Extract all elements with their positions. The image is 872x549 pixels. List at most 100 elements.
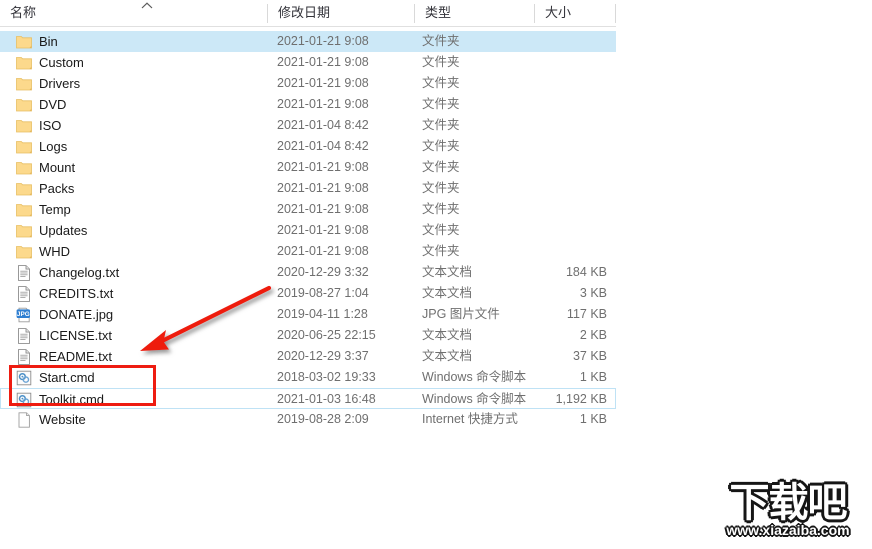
table-row[interactable]: CREDITS.txt 2019-08-27 1:04 文本文档 3 KB <box>0 283 616 304</box>
table-row[interactable]: README.txt 2020-12-29 3:37 文本文档 37 KB <box>0 346 616 367</box>
file-name-cell[interactable]: CREDITS.txt <box>16 283 113 304</box>
column-header-type[interactable]: 类型 <box>415 0 534 26</box>
column-header-name[interactable]: 名称 <box>0 0 258 26</box>
column-header-type-label: 类型 <box>425 5 452 20</box>
header-divider-4[interactable] <box>615 4 616 23</box>
file-name-cell[interactable]: Bin <box>16 31 58 52</box>
file-name-cell[interactable]: Drivers <box>16 73 80 94</box>
file-list[interactable]: Bin 2021-01-21 9:08 文件夹 Custom 2021-01-21 9:… <box>0 31 616 430</box>
file-name-cell[interactable]: Website <box>16 409 86 430</box>
table-row[interactable]: Packs 2021-01-21 9:08 文件夹 <box>0 178 616 199</box>
table-row[interactable]: Updates 2021-01-21 9:08 文件夹 <box>0 220 616 241</box>
table-row[interactable]: Toolkit.cmd 2021-01-03 16:48 Windows 命令脚本 1… <box>0 388 616 409</box>
file-name-cell[interactable]: Mount <box>16 157 75 178</box>
file-name-cell[interactable]: ISO <box>16 115 61 136</box>
folder-icon <box>16 160 32 176</box>
cmd-script-icon <box>16 370 32 386</box>
column-header-bar: 名称 修改日期 类型 大小 <box>0 0 616 27</box>
file-name-cell[interactable]: Updates <box>16 220 87 241</box>
table-row[interactable]: LICENSE.txt 2020-06-25 22:15 文本文档 2 KB <box>0 325 616 346</box>
file-name-label: CREDITS.txt <box>39 286 114 301</box>
file-name-cell[interactable]: DVD <box>16 94 66 115</box>
table-row[interactable]: DVD 2021-01-21 9:08 文件夹 <box>0 94 616 115</box>
folder-icon <box>16 34 32 50</box>
file-type-cell: 文件夹 <box>422 202 460 216</box>
file-name-cell[interactable]: Start.cmd <box>16 367 95 388</box>
file-size-cell: 117 KB <box>566 307 607 321</box>
table-row[interactable]: Custom 2021-01-21 9:08 文件夹 <box>0 52 616 73</box>
text-document-icon <box>16 327 32 344</box>
folder-icon <box>16 76 32 92</box>
file-name-cell[interactable]: WHD <box>16 241 70 262</box>
file-type-cell: 文本文档 <box>422 265 473 279</box>
table-row[interactable]: Start.cmd 2018-03-02 19:33 Windows 命令脚本 1 K… <box>0 367 616 388</box>
file-date-cell: 2020-06-25 22:15 <box>277 328 376 342</box>
file-name-label: LICENSE.txt <box>39 328 112 343</box>
file-date-cell: 2021-01-21 9:08 <box>277 223 369 237</box>
column-header-date-label: 修改日期 <box>278 5 331 20</box>
table-row[interactable]: Logs 2021-01-04 8:42 文件夹 <box>0 136 616 157</box>
column-header-date[interactable]: 修改日期 <box>268 0 414 26</box>
table-row[interactable]: ISO 2021-01-04 8:42 文件夹 <box>0 115 616 136</box>
file-date-cell: 2021-01-21 9:08 <box>277 76 369 90</box>
folder-icon <box>16 139 32 155</box>
file-date-cell: 2019-08-27 1:04 <box>277 286 369 300</box>
file-date-cell: 2021-01-04 8:42 <box>277 118 369 132</box>
chevron-up-icon <box>141 2 153 9</box>
file-name-cell[interactable]: Changelog.txt <box>16 262 119 283</box>
folder-icon <box>16 202 32 218</box>
table-row[interactable]: JPG DONATE.jpg 2019-04-11 1:28 JPG 图片文件 117 … <box>0 304 616 325</box>
file-name-label: Website <box>39 412 86 427</box>
file-size-cell <box>490 241 607 262</box>
file-date-cell: 2018-03-02 19:33 <box>277 370 376 384</box>
file-name-cell[interactable]: README.txt <box>16 346 112 367</box>
table-row[interactable]: Temp 2021-01-21 9:08 文件夹 <box>0 199 616 220</box>
file-name-cell[interactable]: Packs <box>16 178 74 199</box>
file-size-cell: 3 KB <box>579 286 607 300</box>
file-size-cell <box>490 136 607 157</box>
text-document-icon <box>16 348 32 365</box>
explorer-file-list-screen: 名称 修改日期 类型 大小 Bin 2021-01-21 9:08 文件夹 Custo… <box>0 0 872 549</box>
file-name-cell[interactable]: Logs <box>16 136 67 157</box>
file-name-cell[interactable]: Temp <box>16 199 71 220</box>
table-row[interactable]: Website 2019-08-28 2:09 Internet 快捷方式 1 KB <box>0 409 616 430</box>
file-size-cell: 1 KB <box>579 412 607 426</box>
table-row[interactable]: Changelog.txt 2020-12-29 3:32 文本文档 184 KB <box>0 262 616 283</box>
file-name-label: Temp <box>39 202 71 217</box>
file-date-cell: 2021-01-21 9:08 <box>277 34 369 48</box>
table-row[interactable]: Drivers 2021-01-21 9:08 文件夹 <box>0 73 616 94</box>
file-name-label: DVD <box>39 97 67 112</box>
file-date-cell: 2021-01-21 9:08 <box>277 160 369 174</box>
table-row[interactable]: WHD 2021-01-21 9:08 文件夹 <box>0 241 616 262</box>
internet-shortcut-icon <box>16 411 32 428</box>
file-date-cell: 2021-01-21 9:08 <box>277 202 369 216</box>
file-name-cell[interactable]: JPG DONATE.jpg <box>16 304 113 325</box>
file-size-cell: 2 KB <box>579 328 607 342</box>
folder-icon <box>16 118 32 134</box>
folder-icon <box>16 244 32 260</box>
file-date-cell: 2021-01-03 16:48 <box>277 392 376 406</box>
file-name-label: Logs <box>39 139 68 154</box>
file-name-label: Packs <box>39 181 75 196</box>
file-name-label: DONATE.jpg <box>39 307 114 322</box>
file-name-cell[interactable]: Custom <box>16 52 84 73</box>
file-date-cell: 2021-01-21 9:08 <box>277 97 369 111</box>
file-size-cell: 1 KB <box>579 370 607 384</box>
file-name-label: Custom <box>39 55 84 70</box>
file-date-cell: 2021-01-21 9:08 <box>277 55 369 69</box>
file-date-cell: 2021-01-04 8:42 <box>277 139 369 153</box>
jpg-image-icon: JPG <box>16 307 32 323</box>
file-date-cell: 2021-01-21 9:08 <box>277 244 369 258</box>
column-header-size[interactable]: 大小 <box>535 0 615 26</box>
file-name-label: Updates <box>39 223 88 238</box>
file-name-cell[interactable]: Toolkit.cmd <box>16 389 104 410</box>
file-name-cell[interactable]: LICENSE.txt <box>16 325 112 346</box>
file-date-cell: 2021-01-21 9:08 <box>277 181 369 195</box>
table-row[interactable]: Mount 2021-01-21 9:08 文件夹 <box>0 157 616 178</box>
table-row[interactable]: Bin 2021-01-21 9:08 文件夹 <box>0 31 616 52</box>
file-type-cell: 文本文档 <box>422 349 473 363</box>
column-header-name-label: 名称 <box>10 5 37 20</box>
file-size-cell: 37 KB <box>572 349 607 363</box>
file-type-cell: 文件夹 <box>422 76 460 90</box>
file-type-cell: 文件夹 <box>422 223 460 237</box>
